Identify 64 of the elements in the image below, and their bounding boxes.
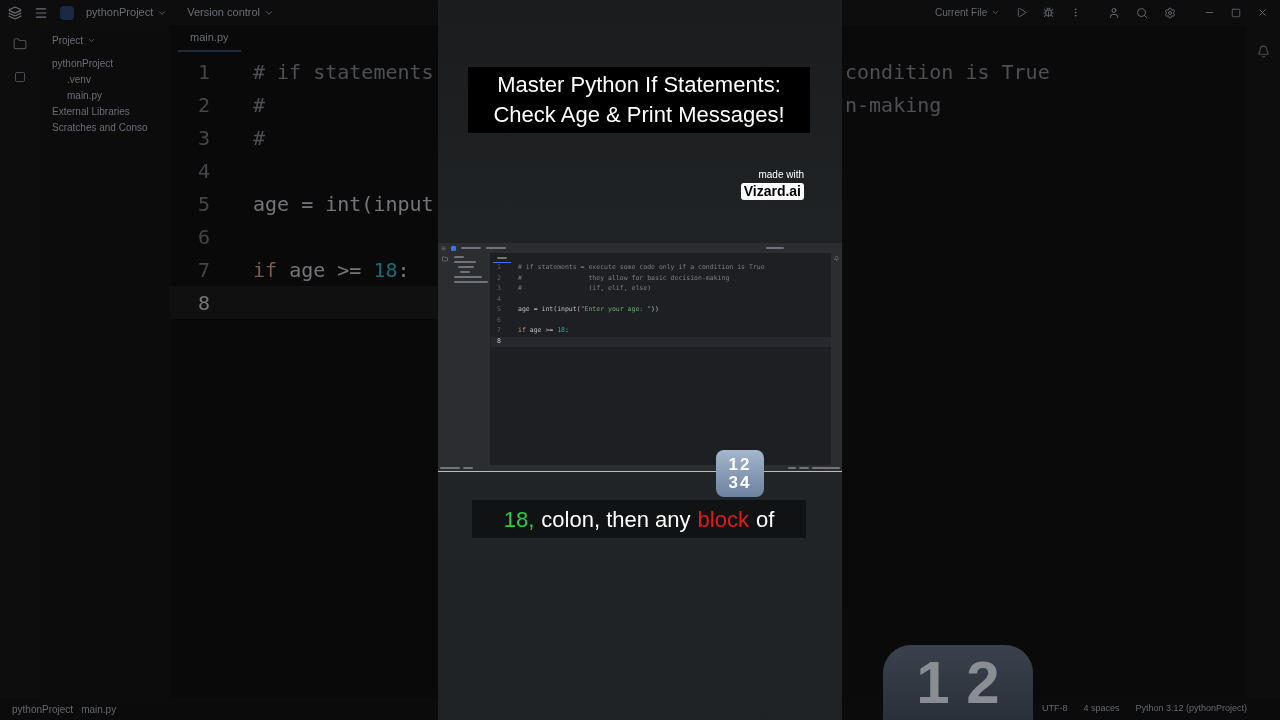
line-number: 2 <box>196 91 210 119</box>
code-token: : <box>397 256 410 284</box>
title-line: Check Age & Print Messages! <box>493 101 785 129</box>
menu-icon[interactable] <box>34 5 48 20</box>
tree-item[interactable]: External Libraries <box>52 104 130 120</box>
code-token: # <box>253 124 266 152</box>
caption-word: block <box>697 505 749 534</box>
close-icon[interactable] <box>1257 7 1268 18</box>
project-avatar <box>60 5 74 20</box>
line-number: 8 <box>196 289 210 317</box>
line-number: 5 <box>196 190 210 218</box>
breadcrumb[interactable]: main.py <box>81 701 117 717</box>
made-with-label: made with <box>758 169 804 181</box>
title-line: Master Python If Statements: <box>497 71 781 99</box>
project-avatar <box>451 245 456 251</box>
maximize-icon[interactable] <box>1231 7 1241 18</box>
code-token: n-making <box>845 91 942 119</box>
chevron-down-icon <box>991 8 1001 17</box>
run-icon[interactable] <box>1016 7 1028 18</box>
caption-word: of <box>755 505 775 534</box>
line-number: 6 <box>196 223 210 251</box>
folder-icon[interactable] <box>442 256 448 262</box>
bell-icon[interactable] <box>1256 45 1270 58</box>
settings-icon[interactable] <box>1164 6 1176 19</box>
editor-tab[interactable]: main.py <box>178 25 241 52</box>
keycap-digits: 1 2 <box>916 651 1000 715</box>
status-item[interactable]: UTF-8 <box>1042 702 1068 716</box>
structure-icon[interactable] <box>14 71 26 83</box>
code-token: age = int(input <box>253 190 434 218</box>
line-number: 7 <box>196 256 210 284</box>
bug-icon[interactable] <box>1043 7 1055 18</box>
bell-icon[interactable] <box>834 256 839 261</box>
tree-item[interactable]: Scratches and Conso <box>52 120 148 136</box>
keycap-digits: 34 <box>728 473 752 492</box>
window-icon <box>8 5 22 20</box>
status-item[interactable]: 4 spaces <box>1083 702 1120 716</box>
line-number: 1 <box>196 58 210 86</box>
caption-word: 18, <box>503 505 535 534</box>
panel-title: Project <box>52 33 158 48</box>
search-icon[interactable] <box>1136 6 1148 19</box>
line-number: 4 <box>196 157 210 185</box>
editor-tab[interactable] <box>493 254 511 263</box>
status-item[interactable]: Python 3.12 (pythonProject) <box>1135 702 1248 716</box>
tree-item[interactable]: .venv <box>67 72 91 88</box>
run-config-dropdown[interactable]: Current File <box>935 5 1001 20</box>
project-dropdown[interactable]: pythonProject <box>86 4 168 21</box>
tree-item[interactable]: pythonProject <box>52 56 114 72</box>
code-token: condition is True <box>845 58 1050 86</box>
code-token: age >= <box>288 256 363 284</box>
tree-item[interactable]: main.py <box>67 88 102 104</box>
code-token: # if statements <box>253 58 434 86</box>
keycap-digits: 12 <box>728 455 752 474</box>
line-number: 3 <box>196 124 210 152</box>
code-token: 18 <box>373 256 398 284</box>
brand-logo: Vizard.ai <box>740 183 804 200</box>
folder-icon[interactable] <box>13 37 27 51</box>
code-token: # <box>253 91 266 119</box>
chevron-down-icon <box>87 36 97 45</box>
vcs-dropdown[interactable]: Version control <box>187 4 275 21</box>
caption-word: colon, then any <box>541 505 691 534</box>
menu-icon[interactable] <box>441 245 446 251</box>
code-token: if <box>253 256 278 284</box>
breadcrumb[interactable]: pythonProject <box>12 701 74 717</box>
user-icon[interactable] <box>1108 6 1120 19</box>
